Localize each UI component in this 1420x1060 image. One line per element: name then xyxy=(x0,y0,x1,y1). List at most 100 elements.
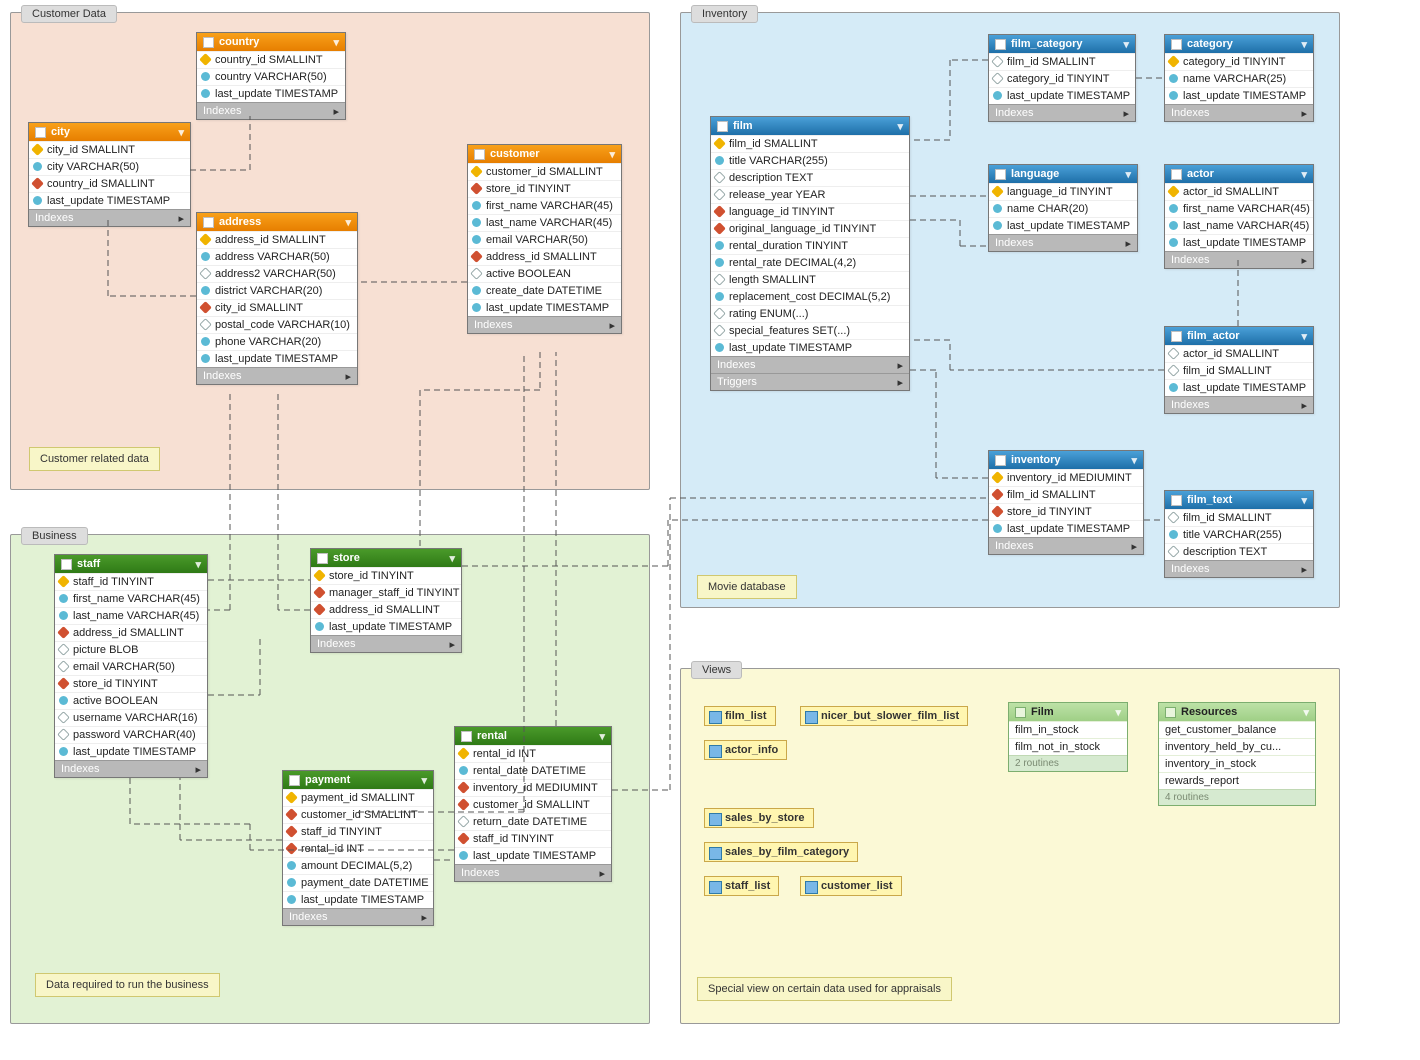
view-sales-by-film-category[interactable]: sales_by_film_category xyxy=(704,842,858,862)
indexes-section[interactable]: Indexes▸ xyxy=(711,356,909,373)
collapse-icon[interactable]: ▾ xyxy=(449,552,455,565)
table-header[interactable]: rental▾ xyxy=(455,727,611,745)
indexes-section[interactable]: Indexes▸ xyxy=(1165,251,1313,268)
collapse-icon[interactable]: ▾ xyxy=(1301,330,1307,343)
table-header[interactable]: film▾ xyxy=(711,117,909,135)
chevron-right-icon: ▸ xyxy=(1131,540,1137,553)
table-icon xyxy=(1171,169,1182,180)
table-film-text[interactable]: film_text▾film_id SMALLINTtitle VARCHAR(… xyxy=(1164,490,1314,578)
indexes-section[interactable]: Indexes▸ xyxy=(989,537,1143,554)
collapse-icon[interactable]: ▾ xyxy=(1301,38,1307,51)
collapse-icon[interactable]: ▾ xyxy=(1123,38,1129,51)
indexes-section[interactable]: Indexes▸ xyxy=(197,367,357,384)
column-type-icon xyxy=(287,895,296,904)
table-header[interactable]: film_category▾ xyxy=(989,35,1135,53)
table-header[interactable]: film_actor▾ xyxy=(1165,327,1313,345)
collapse-icon[interactable]: ▾ xyxy=(345,216,351,229)
table-film-category[interactable]: film_category▾film_id SMALLINTcategory_i… xyxy=(988,34,1136,122)
indexes-section[interactable]: Indexes▸ xyxy=(989,234,1137,251)
table-film-actor[interactable]: film_actor▾actor_id SMALLINTfilm_id SMAL… xyxy=(1164,326,1314,414)
table-header[interactable]: language▾ xyxy=(989,165,1137,183)
collapse-icon[interactable]: ▾ xyxy=(1131,454,1137,467)
table-header[interactable]: actor▾ xyxy=(1165,165,1313,183)
table-payment[interactable]: payment▾payment_id SMALLINTcustomer_id S… xyxy=(282,770,434,926)
indexes-section[interactable]: Indexes▸ xyxy=(29,209,190,226)
table-actor[interactable]: actor▾actor_id SMALLINTfirst_name VARCHA… xyxy=(1164,164,1314,269)
collapse-icon[interactable]: ▾ xyxy=(178,126,184,139)
collapse-icon[interactable]: ▾ xyxy=(1125,168,1131,181)
table-header[interactable]: inventory▾ xyxy=(989,451,1143,469)
indexes-section[interactable]: Indexes▸ xyxy=(468,316,621,333)
table-column: last_update TIMESTAMP xyxy=(1165,234,1313,251)
table-header[interactable]: category▾ xyxy=(1165,35,1313,53)
indexes-section[interactable]: Indexes▸ xyxy=(283,908,433,925)
view-actor-info[interactable]: actor_info xyxy=(704,740,787,760)
triggers-section[interactable]: Triggers▸ xyxy=(711,373,909,390)
table-column: replacement_cost DECIMAL(5,2) xyxy=(711,288,909,305)
table-address[interactable]: address▾address_id SMALLINTaddress VARCH… xyxy=(196,212,358,385)
routine-row: get_customer_balance xyxy=(1159,721,1315,738)
table-header[interactable]: film_text▾ xyxy=(1165,491,1313,509)
table-column: return_date DATETIME xyxy=(455,813,611,830)
table-inventory[interactable]: inventory▾inventory_id MEDIUMINTfilm_id … xyxy=(988,450,1144,555)
collapse-icon[interactable]: ▾ xyxy=(1301,494,1307,507)
table-store[interactable]: store▾store_id TINYINTmanager_staff_id T… xyxy=(310,548,462,653)
collapse-icon[interactable]: ▾ xyxy=(1301,168,1307,181)
view-sales-by-store[interactable]: sales_by_store xyxy=(704,808,814,828)
routine-group-film[interactable]: Film▾ film_in_stock film_not_in_stock 2 … xyxy=(1008,702,1128,772)
indexes-section[interactable]: Indexes▸ xyxy=(197,102,345,119)
column-type-icon xyxy=(1169,221,1178,230)
table-header[interactable]: country▾ xyxy=(197,33,345,51)
table-column: create_date DATETIME xyxy=(468,282,621,299)
chevron-right-icon: ▸ xyxy=(345,370,351,383)
indexes-section[interactable]: Indexes▸ xyxy=(1165,560,1313,577)
view-film-list[interactable]: film_list xyxy=(704,706,776,726)
routine-group-resources[interactable]: Resources▾ get_customer_balance inventor… xyxy=(1158,702,1316,806)
table-column: last_update TIMESTAMP xyxy=(283,891,433,908)
column-type-icon xyxy=(993,204,1002,213)
column-type-icon xyxy=(715,258,724,267)
table-category[interactable]: category▾category_id TINYINTname VARCHAR… xyxy=(1164,34,1314,122)
view-nicer-but-slower-film-list[interactable]: nicer_but_slower_film_list xyxy=(800,706,968,726)
table-country[interactable]: country▾country_id SMALLINTcountry VARCH… xyxy=(196,32,346,120)
table-staff[interactable]: staff▾staff_id TINYINTfirst_name VARCHAR… xyxy=(54,554,208,778)
view-customer-list[interactable]: customer_list xyxy=(800,876,902,896)
column-type-icon xyxy=(472,286,481,295)
view-staff-list[interactable]: staff_list xyxy=(704,876,779,896)
table-column: active BOOLEAN xyxy=(468,265,621,282)
table-column: description TEXT xyxy=(711,169,909,186)
chevron-right-icon: ▸ xyxy=(178,212,184,225)
table-city[interactable]: city▾city_id SMALLINTcity VARCHAR(50)cou… xyxy=(28,122,191,227)
table-rental[interactable]: rental▾rental_id INTrental_date DATETIME… xyxy=(454,726,612,882)
collapse-icon[interactable]: ▾ xyxy=(599,730,605,743)
table-header[interactable]: city▾ xyxy=(29,123,190,141)
column-type-icon xyxy=(199,318,212,331)
table-column: district VARCHAR(20) xyxy=(197,282,357,299)
table-column: staff_id TINYINT xyxy=(55,573,207,590)
table-column: last_update TIMESTAMP xyxy=(311,618,461,635)
table-column: address2 VARCHAR(50) xyxy=(197,265,357,282)
table-header[interactable]: customer▾ xyxy=(468,145,621,163)
column-type-icon xyxy=(31,177,44,190)
indexes-section[interactable]: Indexes▸ xyxy=(1165,104,1313,121)
indexes-section[interactable]: Indexes▸ xyxy=(1165,396,1313,413)
table-header[interactable]: staff▾ xyxy=(55,555,207,573)
collapse-icon[interactable]: ▾ xyxy=(609,148,615,161)
collapse-icon[interactable]: ▾ xyxy=(333,36,339,49)
table-header[interactable]: payment▾ xyxy=(283,771,433,789)
indexes-section[interactable]: Indexes▸ xyxy=(989,104,1135,121)
collapse-icon[interactable]: ▾ xyxy=(421,774,427,787)
table-column: film_id SMALLINT xyxy=(989,53,1135,70)
table-header[interactable]: address▾ xyxy=(197,213,357,231)
collapse-icon[interactable]: ▾ xyxy=(897,120,903,133)
indexes-section[interactable]: Indexes▸ xyxy=(311,635,461,652)
indexes-section[interactable]: Indexes▸ xyxy=(55,760,207,777)
collapse-icon[interactable]: ▾ xyxy=(195,558,201,571)
table-language[interactable]: language▾language_id TINYINTname CHAR(20… xyxy=(988,164,1138,252)
table-customer[interactable]: customer▾customer_id SMALLINTstore_id TI… xyxy=(467,144,622,334)
column-type-icon xyxy=(201,286,210,295)
table-header[interactable]: store▾ xyxy=(311,549,461,567)
table-film[interactable]: film▾film_id SMALLINTtitle VARCHAR(255)d… xyxy=(710,116,910,391)
indexes-section[interactable]: Indexes▸ xyxy=(455,864,611,881)
column-type-icon xyxy=(201,252,210,261)
